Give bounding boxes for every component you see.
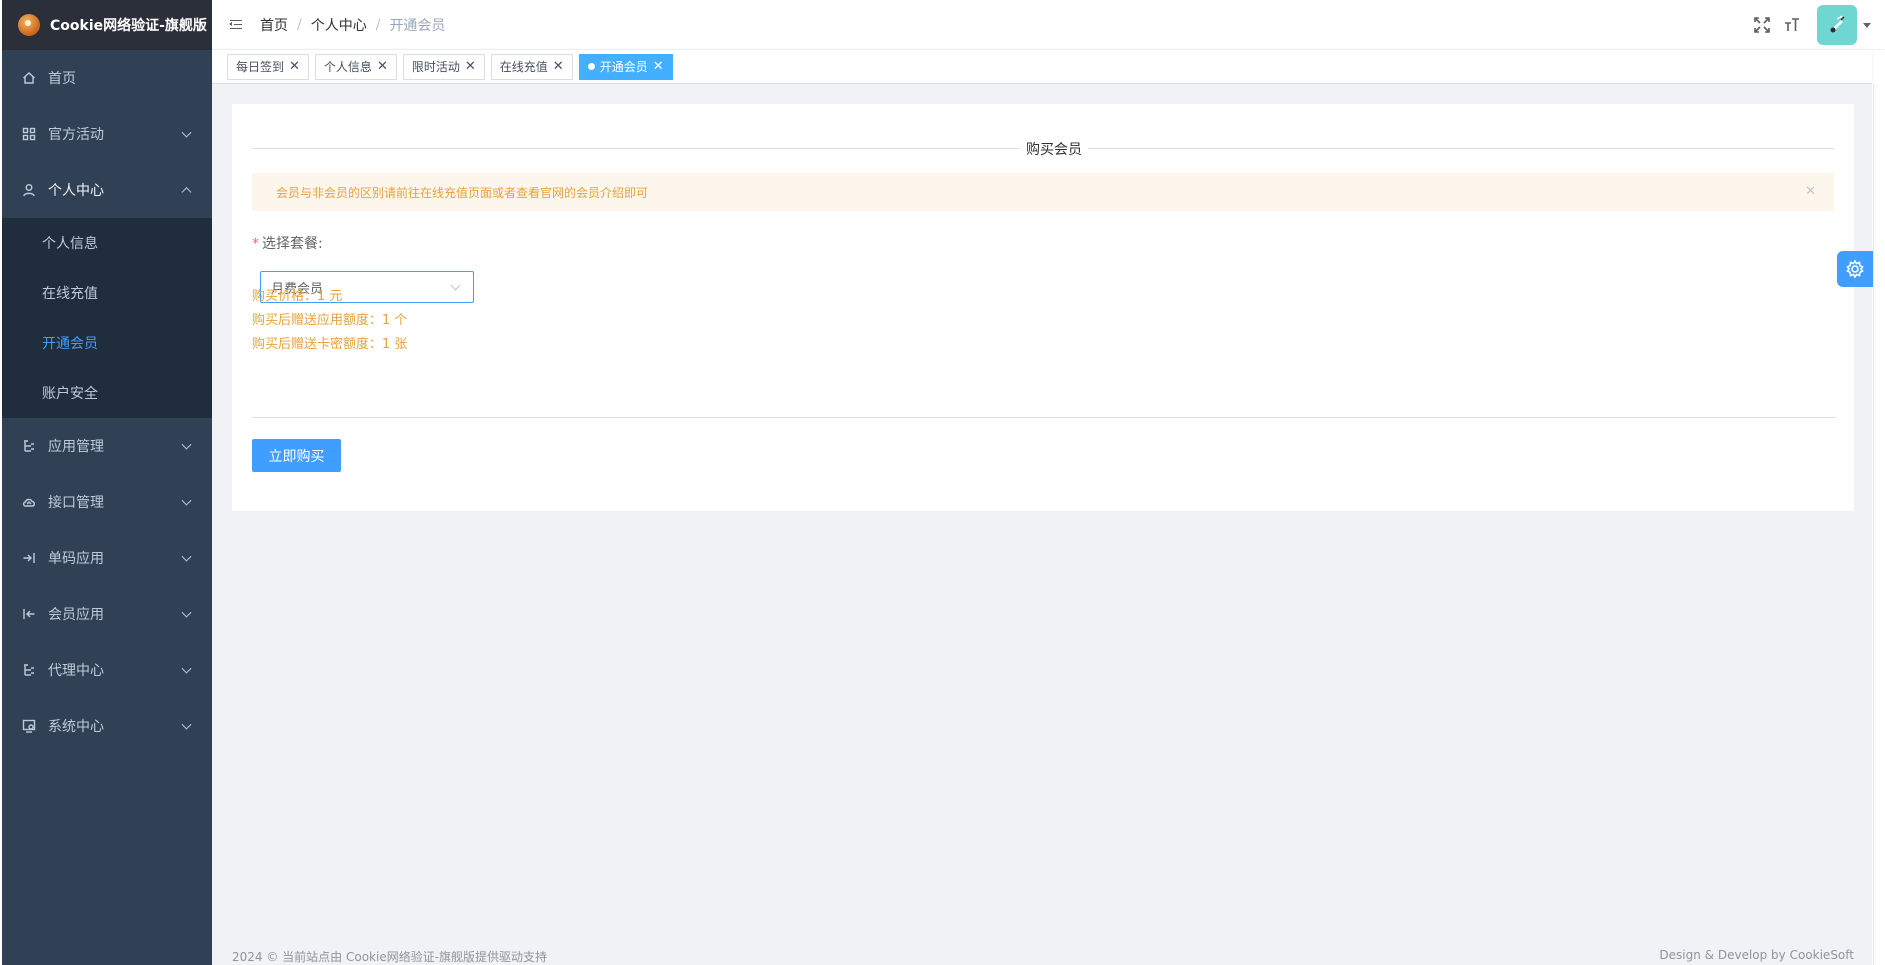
sidebar-item-label: 系统中心 xyxy=(48,719,104,735)
fullscreen-icon[interactable] xyxy=(1751,14,1773,36)
price-text: 购买价格：1 元 xyxy=(252,289,343,304)
breadcrumb-separator: / xyxy=(375,16,381,33)
alert-text: 会员与非会员的区别请前往在线充值页面或者查看官网的会员介绍即可 xyxy=(276,185,649,200)
sidebar-logo[interactable]: Cookie网络验证-旗舰版 xyxy=(2,0,212,50)
form-divider xyxy=(252,417,1836,418)
logout-icon xyxy=(22,607,36,621)
tag-label: 每日签到 xyxy=(236,60,285,74)
top-navbar: 首页 / 个人中心 / 开通会员 xyxy=(212,0,1885,50)
tag-label: 个人信息 xyxy=(323,60,372,74)
caret-down-icon[interactable] xyxy=(1863,22,1871,28)
sidebar-subitem-security[interactable]: 账户安全 xyxy=(2,368,212,418)
user-icon xyxy=(22,183,36,197)
chevron-down-icon xyxy=(181,439,192,450)
close-icon[interactable]: ✕ xyxy=(1805,184,1816,199)
tree-icon xyxy=(22,663,36,677)
tags-view: 每日签到 ✕ 个人信息 ✕ 限时活动 ✕ 在线充值 ✕ 开通会员 ✕ xyxy=(212,50,1872,84)
avatar[interactable] xyxy=(1817,5,1857,45)
breadcrumb-personal-center[interactable]: 个人中心 xyxy=(311,15,367,35)
package-label: * 选择套餐: xyxy=(252,233,323,253)
purchase-card: 购买会员 会员与非会员的区别请前往在线充值页面或者查看官网的会员介绍即可 ✕ *… xyxy=(232,104,1854,511)
tag-membership[interactable]: 开通会员 ✕ xyxy=(578,53,673,80)
close-icon[interactable]: ✕ xyxy=(553,60,564,73)
app-quota-text: 购买后赠送应用额度：1 个 xyxy=(252,313,408,328)
cloud-icon xyxy=(22,495,36,509)
sidebar-item-agent-center[interactable]: 代理中心 xyxy=(2,642,212,698)
logo-icon xyxy=(18,14,40,36)
gear-icon xyxy=(1846,259,1864,279)
tree-icon xyxy=(22,439,36,453)
sidebar-item-personal-center[interactable]: 个人中心 xyxy=(2,162,212,218)
close-icon[interactable]: ✕ xyxy=(377,60,388,73)
active-dot-icon xyxy=(587,63,595,70)
chevron-down-icon xyxy=(181,607,192,618)
sidebar-item-home[interactable]: 首页 xyxy=(2,50,212,106)
chevron-down-icon xyxy=(181,127,192,138)
tag-label: 限时活动 xyxy=(411,60,460,74)
login-icon xyxy=(22,551,36,565)
tag-label: 在线充值 xyxy=(499,60,548,74)
sidebar-item-api-management[interactable]: 接口管理 xyxy=(2,474,212,530)
sidebar: Cookie网络验证-旗舰版 首页 官方活动 个人中心 个人信息 在线充值 开通… xyxy=(2,0,212,965)
chevron-down-icon xyxy=(181,719,192,730)
monitor-icon xyxy=(22,719,36,733)
tag-label: 开通会员 xyxy=(599,60,648,74)
sidebar-item-label: 应用管理 xyxy=(48,439,104,455)
app-title: Cookie网络验证-旗舰版 xyxy=(50,18,207,34)
card-quota-text: 购买后赠送卡密额度：1 张 xyxy=(252,337,408,352)
avatar-image-icon xyxy=(1830,15,1845,33)
package-label-text: 选择套餐: xyxy=(262,236,323,252)
sidebar-item-system-center[interactable]: 系统中心 xyxy=(2,698,212,754)
required-mark: * xyxy=(252,236,259,252)
close-icon[interactable]: ✕ xyxy=(653,60,664,73)
breadcrumb-separator: / xyxy=(297,16,302,33)
section-title: 购买会员 xyxy=(1020,139,1088,159)
buy-now-button[interactable]: 立即购买 xyxy=(252,439,341,472)
sidebar-subitem-membership[interactable]: 开通会员 xyxy=(2,318,212,368)
info-alert: 会员与非会员的区别请前往在线充值页面或者查看官网的会员介绍即可 ✕ xyxy=(252,173,1834,211)
chevron-down-icon xyxy=(181,495,192,506)
close-icon[interactable]: ✕ xyxy=(465,60,476,73)
sidebar-item-single-code[interactable]: 单码应用 xyxy=(2,530,212,586)
main-content: 购买会员 会员与非会员的区别请前往在线充值页面或者查看官网的会员介绍即可 ✕ *… xyxy=(212,84,1872,965)
sidebar-item-label: 会员应用 xyxy=(48,607,104,623)
chevron-down-icon xyxy=(450,280,461,291)
tag-limited-activity[interactable]: 限时活动 ✕ xyxy=(402,53,485,80)
chevron-down-icon xyxy=(181,551,192,562)
breadcrumb: 首页 / 个人中心 / 开通会员 xyxy=(260,15,445,35)
header-actions xyxy=(1751,0,1885,50)
sidebar-item-label: 官方活动 xyxy=(48,127,104,143)
tag-profile[interactable]: 个人信息 ✕ xyxy=(314,53,397,80)
sidebar-item-activities[interactable]: 官方活动 xyxy=(2,106,212,162)
sidebar-subitem-profile[interactable]: 个人信息 xyxy=(2,218,212,268)
settings-button[interactable] xyxy=(1837,251,1873,287)
sidebar-item-label: 单码应用 xyxy=(48,551,104,567)
menu-fold-icon[interactable] xyxy=(228,17,244,33)
submenu-personal-center: 个人信息 在线充值 开通会员 账户安全 xyxy=(2,218,212,418)
close-icon[interactable]: ✕ xyxy=(289,60,300,73)
sidebar-item-label: 接口管理 xyxy=(48,495,104,511)
chevron-up-icon xyxy=(181,187,192,198)
sidebar-subitem-recharge[interactable]: 在线充值 xyxy=(2,268,212,318)
sidebar-item-label: 首页 xyxy=(48,71,76,87)
breadcrumb-current: 开通会员 xyxy=(389,17,446,34)
sidebar-item-label: 代理中心 xyxy=(48,663,104,679)
footer-credit: Design & Develop by CookieSoft xyxy=(1659,948,1854,962)
tag-daily-checkin[interactable]: 每日签到 ✕ xyxy=(227,53,309,80)
sidebar-item-member-app[interactable]: 会员应用 xyxy=(2,586,212,642)
breadcrumb-home[interactable]: 首页 xyxy=(260,15,288,35)
sidebar-item-label: 个人中心 xyxy=(48,183,104,199)
footer-copyright: 2024 © 当前站点由 Cookie网络验证-旗舰版提供驱动支持 xyxy=(232,950,548,964)
tag-recharge[interactable]: 在线充值 ✕ xyxy=(490,53,573,80)
home-icon xyxy=(22,71,36,85)
grid-icon xyxy=(22,127,36,141)
font-size-icon[interactable] xyxy=(1781,14,1803,36)
chevron-down-icon xyxy=(181,663,192,674)
right-scroll-gutter xyxy=(1873,84,1885,965)
sidebar-item-app-management[interactable]: 应用管理 xyxy=(2,418,212,474)
